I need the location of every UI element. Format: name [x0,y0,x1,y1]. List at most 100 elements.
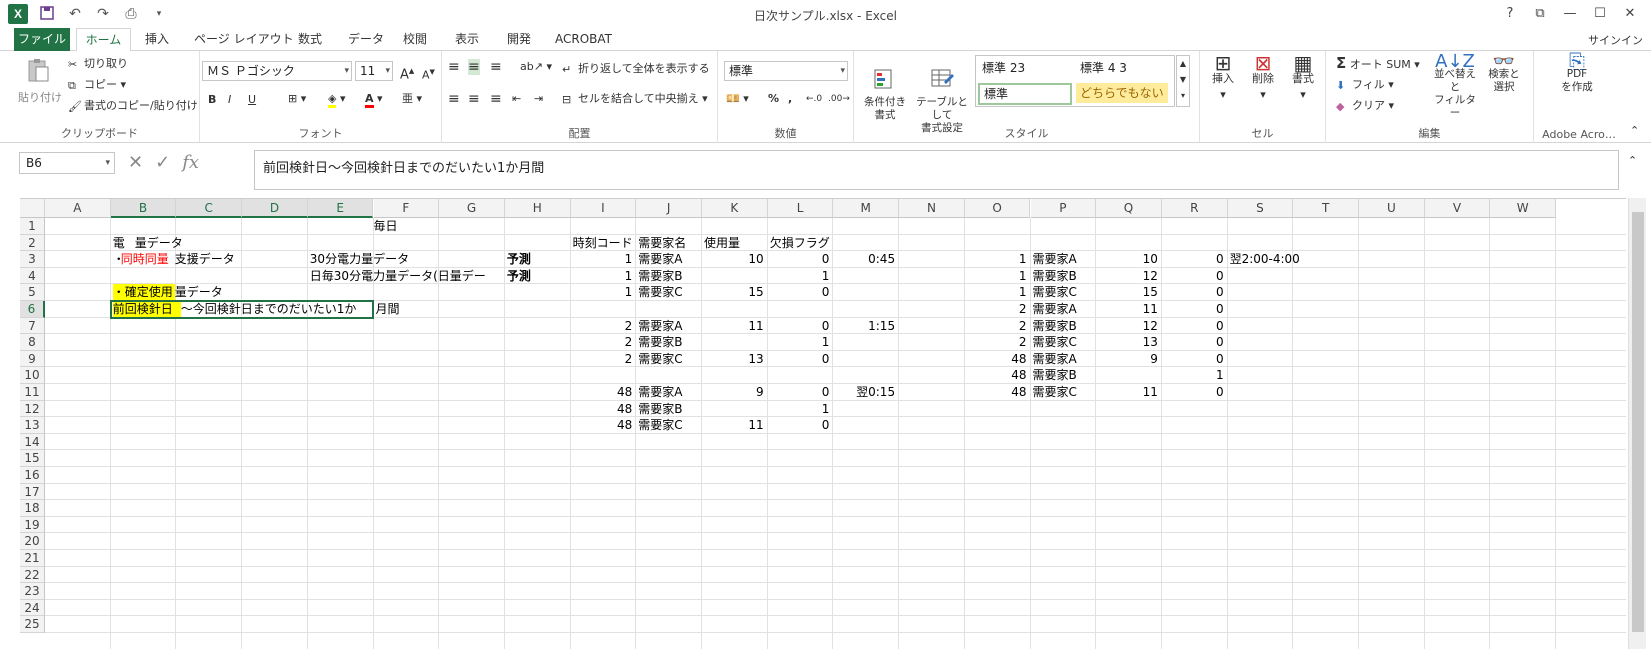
cell-f6[interactable]: 月間 [376,301,436,317]
phonetic-button[interactable]: 亜 ▾ [402,91,422,107]
row-header-23[interactable]: 23 [20,583,45,600]
align-bottom-button[interactable]: ≡ [490,59,502,75]
cell-l4[interactable]: 1 [768,268,830,284]
row-header-19[interactable]: 19 [20,516,45,534]
font-color-button[interactable]: A ▾ [365,91,383,108]
maximize-button[interactable]: ☐ [1585,2,1615,26]
column-header-g[interactable]: G [439,199,505,218]
cell-r10[interactable]: 1 [1162,367,1224,383]
wrap-text-button[interactable]: ↵ 折り返して全体を表示する [562,61,710,77]
percent-button[interactable]: % [768,91,779,107]
fill-button[interactable]: ⬇ フィル ▾ [1336,77,1394,93]
align-right-button[interactable]: ≡ [490,91,502,107]
tab-formulas[interactable]: 数式 [296,28,324,51]
shrink-font-button[interactable]: A▼ [422,64,435,84]
cell-h4[interactable]: 予測 [507,268,567,284]
style-standard-43[interactable]: 標準 4 3 [1076,58,1172,78]
ribbon-display-button[interactable]: ⧉ [1525,2,1555,26]
font-size-dropdown[interactable]: 11 ▾ [355,61,393,81]
column-header-w[interactable]: W [1490,199,1557,218]
tab-developer[interactable]: 開発 [505,28,533,51]
cell-i2[interactable]: 時刻コード [573,235,639,251]
cell-l2[interactable]: 欠損フラグ [770,235,836,251]
conditional-format-button[interactable]: 条件付き 書式 [862,55,908,135]
row-header-18[interactable]: 18 [20,500,45,517]
cell-p9[interactable]: 需要家A [1033,351,1097,367]
cell-q4[interactable]: 12 [1096,268,1158,284]
row-header-1[interactable]: 1 [20,218,45,235]
row-header-3[interactable]: 3 [20,251,45,268]
cell-o5[interactable]: 1 [965,284,1027,300]
cell-l8[interactable]: 1 [768,334,830,350]
style-standard-23[interactable]: 標準 23 [978,58,1074,78]
cell-l11[interactable]: 0 [768,384,830,400]
cancel-icon[interactable]: ✕ [128,152,143,173]
cell-b5a[interactable]: ・確定使用 [112,284,175,301]
tab-review[interactable]: 校閲 [401,28,429,51]
grow-font-button[interactable]: A▲ [400,63,414,83]
enter-icon[interactable]: ✓ [155,152,170,173]
row-header-12[interactable]: 12 [20,400,45,418]
clear-button[interactable]: ◆ クリア ▾ [1336,98,1394,114]
row-header-22[interactable]: 22 [20,566,45,584]
cell-q8[interactable]: 13 [1096,334,1158,350]
align-middle-button[interactable]: ≡ [468,59,480,75]
italic-button[interactable]: I [228,92,231,108]
cell-i8[interactable]: 2 [571,334,633,350]
cell-p4[interactable]: 需要家B [1033,268,1097,284]
row-header-16[interactable]: 16 [20,467,45,484]
cell-b2[interactable]: 電 [113,235,127,251]
select-all-corner[interactable] [20,199,45,218]
cell-l9[interactable]: 0 [768,351,830,367]
cell-j5[interactable]: 需要家C [638,284,702,300]
row-header-24[interactable]: 24 [20,599,45,617]
row-header-17[interactable]: 17 [20,483,45,501]
paste-button[interactable]: 貼り付け [18,57,62,106]
column-header-e[interactable]: E [307,199,374,218]
column-header-b[interactable]: B [110,199,177,218]
cell-r3[interactable]: 0 [1162,251,1224,267]
cell-e3[interactable]: 30分電力量データ [310,251,490,267]
insert-cells-button[interactable]: ⊞ 挿入 ▾ [1208,53,1238,103]
row-header-13[interactable]: 13 [20,417,45,434]
row-header-6[interactable]: 6 [20,301,45,318]
row-header-20[interactable]: 20 [20,533,45,550]
cell-i5[interactable]: 1 [571,284,633,300]
scrollbar-thumb[interactable] [1632,212,1644,632]
cell-r7[interactable]: 0 [1162,318,1224,334]
merge-center-button[interactable]: ⊟ セルを結合して中央揃え ▾ [562,91,708,107]
cell-i4[interactable]: 1 [571,268,633,284]
cell-l5[interactable]: 0 [768,284,830,300]
cell-m11[interactable]: 翌0:15 [833,384,895,400]
cell-r4[interactable]: 0 [1162,268,1224,284]
column-header-h[interactable]: H [504,199,571,218]
cell-k9[interactable]: 13 [702,351,763,367]
border-button[interactable]: ⊞ ▾ [288,91,306,107]
cell-j2[interactable]: 需要家名 [638,235,704,251]
tab-data[interactable]: データ [346,28,386,51]
cell-l12[interactable]: 1 [768,401,830,417]
column-header-k[interactable]: K [702,199,768,218]
cell-j12[interactable]: 需要家B [638,401,702,417]
row-header-15[interactable]: 15 [20,450,45,467]
style-neutral[interactable]: どちらでもない [1076,83,1168,103]
cell-o9[interactable]: 48 [965,351,1026,367]
row-header-5[interactable]: 5 [20,284,45,301]
row-header-10[interactable]: 10 [20,367,45,384]
cell-q9[interactable]: 9 [1096,351,1158,367]
align-center-button[interactable]: ≡ [468,91,480,107]
cell-p7[interactable]: 需要家B [1033,318,1097,334]
cell-r6[interactable]: 0 [1162,301,1224,317]
row-header-21[interactable]: 21 [20,550,45,567]
cell-o8[interactable]: 2 [965,334,1027,350]
worksheet-grid[interactable]: ABCDEFGHIJKLMNOPQRSTUVW 1 2 3 4 5 6 7 8 9 10 11 12 1… [20,198,1626,649]
row-header-7[interactable]: 7 [20,317,45,335]
column-header-j[interactable]: J [636,199,702,218]
column-header-i[interactable]: I [570,199,637,218]
tab-acrobat[interactable]: ACROBAT [553,28,614,51]
sign-in-link[interactable]: サインイン [1588,32,1643,48]
align-top-button[interactable]: ≡ [448,59,460,75]
column-header-v[interactable]: V [1424,199,1491,218]
cell-p10[interactable]: 需要家B [1033,367,1097,383]
cell-o7[interactable]: 2 [965,318,1027,334]
